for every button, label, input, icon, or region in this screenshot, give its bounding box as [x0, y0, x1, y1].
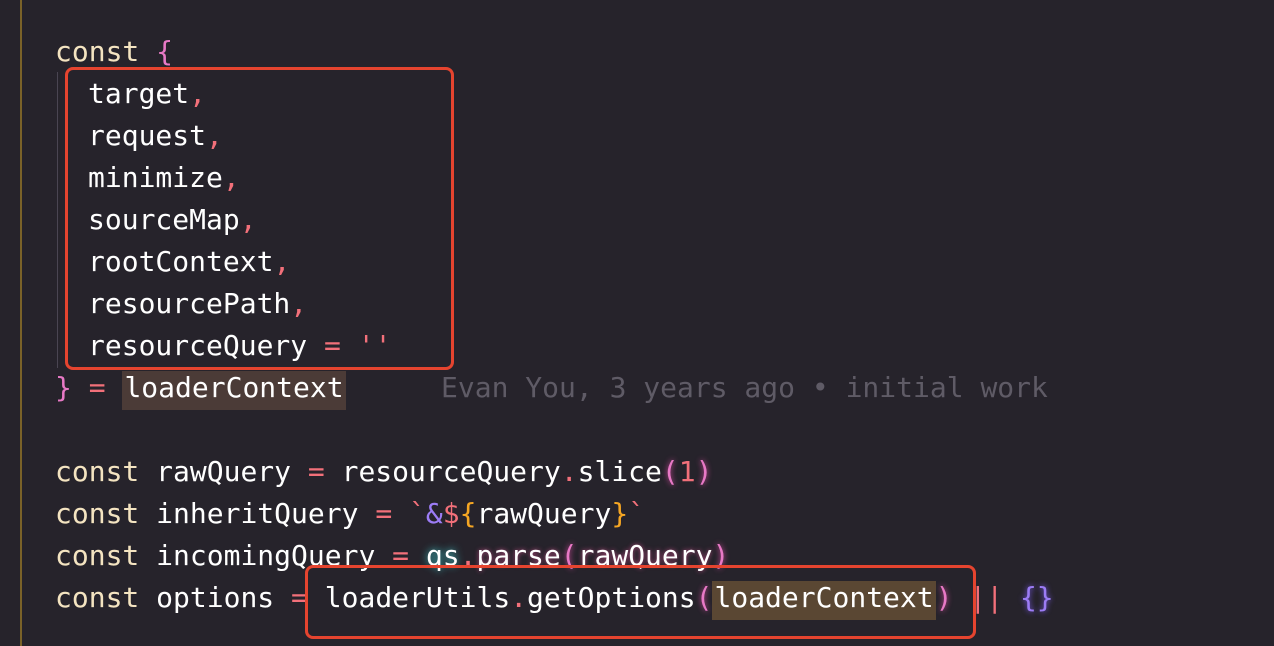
keyword-const: const: [55, 497, 140, 530]
code-line[interactable]: const rawQuery = resourceQuery.slice(1): [55, 451, 712, 493]
empty-object: {}: [1019, 581, 1054, 614]
template-brace-open: {: [459, 497, 477, 530]
template-text: &: [425, 497, 443, 530]
operator: =: [375, 497, 393, 530]
template-tick: `: [409, 497, 426, 530]
code-line[interactable]: } = loaderContext: [55, 367, 346, 410]
identifier: resourceQuery: [341, 455, 561, 488]
open-brace: {: [156, 35, 174, 68]
template-tick: `: [628, 497, 646, 530]
dot: .: [560, 455, 578, 488]
git-blame-annotation: Evan You, 3 years ago • initial work: [441, 371, 1048, 404]
identifier: rawQuery: [476, 497, 612, 530]
indent-guide: [57, 72, 58, 368]
operator: =: [88, 371, 106, 404]
code-line[interactable]: const inheritQuery = `&${rawQuery}`: [55, 493, 645, 535]
close-paren: ): [695, 455, 713, 488]
operator: =: [307, 455, 325, 488]
identifier: rawQuery: [156, 455, 292, 488]
keyword-const: const: [55, 455, 140, 488]
code-editor[interactable]: const { target, request, minimize, sourc…: [0, 0, 1274, 646]
template-dollar: $: [442, 497, 460, 530]
annotation-box-destructured: [65, 67, 454, 370]
number-literal: 1: [678, 455, 696, 488]
annotation-box-getoptions: [305, 565, 976, 639]
template-brace-close: }: [611, 497, 629, 530]
open-paren: (: [661, 455, 679, 488]
git-change-gutter: [20, 0, 22, 646]
keyword-const: const: [55, 35, 140, 68]
method-name: slice: [577, 455, 662, 488]
identifier: inheritQuery: [156, 497, 359, 530]
identifier: options: [156, 581, 275, 614]
close-brace: }: [55, 371, 72, 404]
keyword-const: const: [55, 581, 140, 614]
keyword-const: const: [55, 539, 140, 572]
identifier-highlighted: loaderContext: [122, 371, 346, 410]
